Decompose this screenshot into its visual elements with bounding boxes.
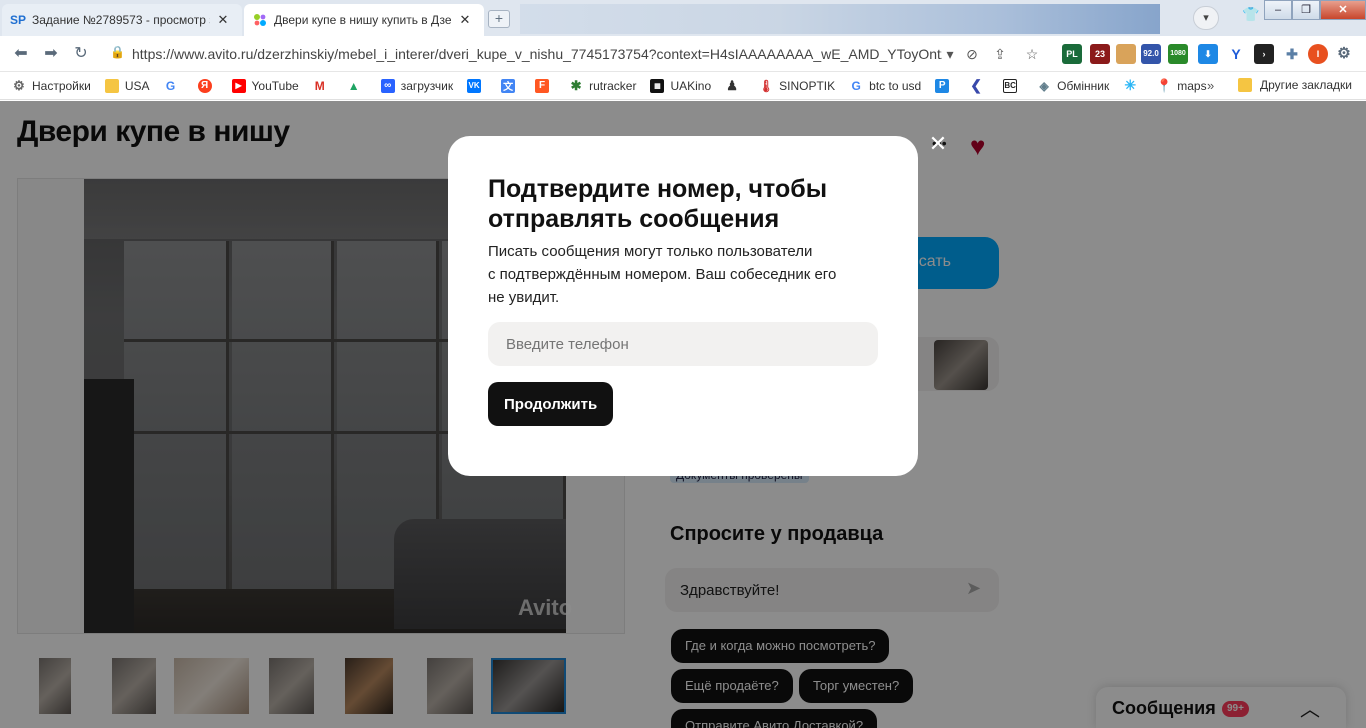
- star-burst-icon: ✳: [1124, 77, 1137, 93]
- bookmark-maps[interactable]: 📍 maps: [1156, 77, 1206, 93]
- bookmark-p[interactable]: P: [935, 78, 955, 93]
- bookmark-google[interactable]: G: [164, 79, 184, 93]
- extension-arrow-icon[interactable]: ›: [1254, 44, 1274, 64]
- bookmark-starburst[interactable]: ✳: [1123, 77, 1143, 93]
- folder-icon: [104, 78, 119, 93]
- modal-description: Писать сообщения могут только пользовате…: [488, 240, 868, 309]
- lock-icon[interactable]: 🔒: [110, 45, 125, 59]
- extension-face-icon[interactable]: [1116, 44, 1136, 64]
- google-icon: G: [851, 78, 861, 93]
- modal-close-icon[interactable]: ✕: [928, 133, 948, 155]
- extension-y-icon[interactable]: Y: [1226, 44, 1246, 64]
- bookmark-exchanger[interactable]: ◈ Обмінник: [1037, 78, 1110, 93]
- phone-input[interactable]: [488, 322, 878, 366]
- youtube-icon: ▶: [231, 78, 246, 93]
- f-icon: F: [535, 78, 550, 93]
- window-controls: – ❐ ✕: [1264, 0, 1366, 20]
- theme-shirt-icon[interactable]: 👕: [1242, 6, 1259, 23]
- bookmark-sinoptik[interactable]: 🌡 SINOPTIK: [758, 78, 836, 93]
- modal-title: Подтвердите номер, чтобы отправлять сооб…: [488, 175, 828, 233]
- other-bookmarks[interactable]: Другие закладки: [1238, 78, 1352, 92]
- sp-favicon-icon: SP: [10, 13, 27, 27]
- pawn-icon: ♟: [726, 77, 738, 93]
- drive-icon: ▲: [347, 78, 360, 93]
- tab-close-icon[interactable]: ✕: [458, 12, 472, 28]
- inactive-tabs-strip[interactable]: [520, 4, 1160, 34]
- settings-gear-icon[interactable]: ⚙: [1334, 44, 1354, 64]
- bookmark-gmail[interactable]: M: [313, 79, 333, 93]
- tab-avito[interactable]: Двери купе в нишу купить в Дзер ✕: [244, 4, 484, 36]
- maximize-icon[interactable]: ❐: [1292, 0, 1320, 20]
- url-field[interactable]: https://www.avito.ru/dzerzhinskiy/mebel_…: [132, 46, 942, 62]
- dropdown-arrow-icon[interactable]: ▾: [940, 44, 960, 64]
- bookmark-btc[interactable]: Gbtc to usd: [849, 79, 921, 93]
- more-bookmarks-icon[interactable]: »: [1207, 78, 1214, 93]
- thermometer-icon: 🌡: [758, 78, 774, 93]
- tab-task[interactable]: SP Задание №2789573 - просмотр з ✕: [2, 4, 242, 36]
- profile-avatar[interactable]: I: [1308, 44, 1328, 64]
- rutracker-icon: ✱: [570, 77, 582, 93]
- bookmark-yandex[interactable]: Я: [197, 78, 218, 93]
- bookmark-drive[interactable]: ▲: [347, 79, 367, 93]
- avito-favicon-icon: [252, 12, 268, 28]
- google-icon: G: [165, 78, 176, 93]
- bookmark-usa[interactable]: USA: [104, 78, 150, 93]
- bookmark-f[interactable]: F: [535, 78, 555, 93]
- extensions-puzzle-icon[interactable]: ✚: [1282, 44, 1302, 64]
- continue-button[interactable]: Продолжить: [488, 382, 614, 426]
- infinity-icon: ∞: [380, 78, 395, 93]
- bookmark-translate[interactable]: 文: [501, 78, 521, 93]
- download-icon[interactable]: ⬇: [1198, 44, 1218, 64]
- extension-video-icon[interactable]: 1080: [1168, 44, 1188, 64]
- maps-icon: 📍: [1156, 77, 1173, 93]
- forward-icon[interactable]: ➡: [40, 44, 62, 64]
- diamond-icon: ◈: [1039, 78, 1049, 93]
- share-icon[interactable]: ⇪: [990, 44, 1010, 64]
- modal-text-line: не увидит.: [488, 289, 560, 306]
- address-bar: ⬅ ➡ ↻ 🔒 https://www.avito.ru/dzerzhinski…: [0, 36, 1366, 72]
- phone-confirm-modal: Подтвердите номер, чтобы отправлять сооб…: [448, 136, 918, 476]
- bookmark-chevron[interactable]: ❮: [969, 77, 989, 93]
- window-close-icon[interactable]: ✕: [1320, 0, 1366, 20]
- vk-icon: VK: [467, 78, 482, 93]
- extension-pl-icon[interactable]: PL: [1062, 44, 1082, 64]
- chevron-left-icon: ❮: [970, 77, 983, 93]
- gear-icon: ⚙: [13, 77, 25, 93]
- bookmark-uakino[interactable]: ▦ UAKino: [650, 78, 711, 93]
- bookmark-youtube[interactable]: ▶ YouTube: [231, 78, 299, 93]
- bookmark-settings[interactable]: ⚙ Настройки: [12, 77, 91, 93]
- bookmark-downloader[interactable]: ∞ загрузчик: [380, 78, 453, 93]
- translate-icon: 文: [501, 78, 516, 93]
- p-icon: P: [935, 78, 950, 93]
- bookmark-pawn[interactable]: ♟: [725, 77, 745, 93]
- tab-title: Задание №2789573 - просмотр з: [32, 13, 210, 27]
- bookmark-vk[interactable]: VK: [467, 78, 487, 93]
- extension-speed-icon[interactable]: 92.0: [1141, 44, 1161, 64]
- back-icon[interactable]: ⬅: [10, 44, 32, 64]
- reload-icon[interactable]: ↻: [70, 44, 92, 64]
- folder-icon: [1238, 78, 1252, 92]
- uakino-icon: ▦: [650, 78, 665, 93]
- bookmarks-bar: ⚙ Настройки USA G Я ▶ YouTube M ▲ ∞ загрузч…: [0, 72, 1366, 100]
- bookmark-rutracker[interactable]: ✱ rutracker: [569, 77, 637, 93]
- blocked-popup-icon[interactable]: ⊘: [962, 44, 982, 64]
- tab-close-icon[interactable]: ✕: [216, 12, 230, 28]
- tab-title: Двери купе в нишу купить в Дзер: [274, 13, 452, 27]
- new-tab-button[interactable]: +: [488, 10, 510, 28]
- minimize-icon[interactable]: –: [1264, 0, 1292, 20]
- modal-text-line: с подтверждённым номером. Ваш собеседник…: [488, 266, 837, 283]
- tab-search-chevron-icon[interactable]: ▾: [1193, 6, 1219, 30]
- bc-icon: BC: [1003, 78, 1018, 93]
- bookmark-bc[interactable]: BC: [1003, 78, 1023, 93]
- modal-text-line: Писать сообщения могут только пользовате…: [488, 243, 813, 260]
- bookmark-star-icon[interactable]: ☆: [1022, 44, 1042, 64]
- yandex-icon: Я: [197, 78, 212, 93]
- browser-tab-bar: SP Задание №2789573 - просмотр з ✕ Двери…: [0, 0, 1366, 36]
- gmail-icon: M: [314, 78, 325, 93]
- extension-counter-icon[interactable]: 23: [1090, 44, 1110, 64]
